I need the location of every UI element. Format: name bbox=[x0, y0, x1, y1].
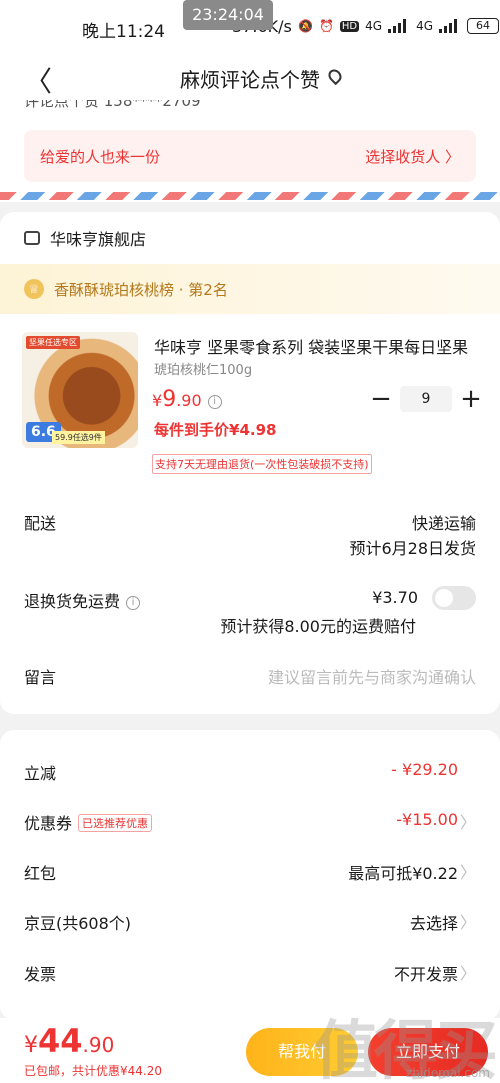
trophy-icon: ♕ bbox=[24, 279, 44, 299]
shop-header[interactable]: 华味亨旗舰店 bbox=[0, 212, 500, 264]
total-currency: ¥ bbox=[24, 1033, 38, 1058]
discount-value: - ¥29.20 bbox=[391, 760, 458, 779]
nav-bar: 〈 麻烦评论点个赞 bbox=[0, 56, 500, 100]
total-subtext: 已包邮，共计优惠¥44.20 bbox=[24, 1064, 162, 1078]
message-label: 留言 bbox=[24, 668, 57, 687]
watermark-url: zhidemai.com bbox=[405, 1066, 490, 1080]
return-shipping-note: 预计获得8.00元的运费赔付 bbox=[220, 617, 416, 636]
shop-name: 华味亨旗舰店 bbox=[50, 230, 147, 249]
rank-banner[interactable]: ♕ 香酥酥琥珀核桃榜 · 第2名 bbox=[0, 264, 500, 314]
gift-text: 给爱的人也来一份 bbox=[40, 147, 161, 166]
info-icon[interactable]: i bbox=[126, 596, 141, 610]
address-contact[interactable]: 评论点个赞 158****2709 bbox=[24, 100, 201, 111]
coupon-row[interactable]: 优惠券 已选推荐优惠 -¥15.00 〉 bbox=[24, 810, 476, 834]
chevron-right-icon: 〉 bbox=[459, 863, 476, 882]
total-price: ¥44.90 bbox=[24, 1022, 114, 1060]
return-shipping-label: 退换货免运费 i bbox=[24, 588, 141, 612]
product-image[interactable]: 坚果任选专区 6.6 59.9任选9件 bbox=[22, 332, 138, 448]
coupon-recommended-tag: 已选推荐优惠 bbox=[78, 814, 153, 832]
price-details-card: 立减 - ¥29.20 优惠券 已选推荐优惠 -¥15.00 〉 红包 最高可抵¥… bbox=[0, 730, 500, 1020]
product-spec[interactable]: 琥珀核桃仁100g bbox=[154, 359, 252, 378]
delivery-method: 快递运输 bbox=[411, 514, 476, 533]
price-dec: .90 bbox=[176, 391, 202, 410]
coupon-label: 优惠券 已选推荐优惠 bbox=[24, 810, 153, 834]
invoice-row[interactable]: 发票 不开发票 〉 bbox=[24, 961, 476, 985]
info-icon[interactable]: i bbox=[207, 395, 222, 409]
invoice-value: 不开发票 bbox=[393, 965, 458, 984]
each-price: 每件到手价¥4.98 bbox=[154, 421, 277, 439]
coupon-value: -¥15.00 bbox=[396, 810, 458, 829]
battery-icon: 64 bbox=[467, 18, 500, 34]
choose-recipient-link[interactable]: 选择收货人 〉 bbox=[365, 146, 460, 167]
discount-row: 立减 - ¥29.20 bbox=[24, 760, 476, 784]
invoice-label: 发票 bbox=[24, 965, 57, 984]
message-row[interactable]: 留言 建议留言前先与商家沟通确认 bbox=[24, 664, 476, 688]
total-int: 44 bbox=[38, 1022, 83, 1060]
rank-text: 香酥酥琥珀核桃榜 · 第2名 bbox=[54, 280, 228, 299]
jingdou-label: 京豆(共608个) bbox=[24, 914, 132, 933]
network-4g-label-2: 4G bbox=[416, 19, 434, 33]
signal-icon-2 bbox=[439, 19, 461, 33]
status-bar: 晚上11:24 37.6K/s 23:24:04 🔕 ⏰ HD 4G 4G 64 bbox=[0, 0, 500, 56]
return-policy-tag: 支持7天无理由退货(一次性包装破损不支持) bbox=[152, 454, 372, 474]
store-icon bbox=[24, 231, 40, 245]
address-section: 评论点个赞 158****2709 给爱的人也来一份 选择收货人 〉 bbox=[0, 100, 500, 192]
redpacket-value: 最高可抵¥0.22 bbox=[348, 864, 458, 883]
minus-button[interactable]: − bbox=[370, 386, 392, 412]
network-4g-label: 4G bbox=[365, 19, 383, 33]
delivery-label: 配送 bbox=[24, 514, 57, 533]
total-dec: .90 bbox=[82, 1033, 115, 1057]
thumb-tag: 坚果任选专区 bbox=[26, 336, 80, 349]
jingdou-value: 去选择 bbox=[409, 914, 458, 933]
price-int: 9 bbox=[162, 387, 177, 412]
shop-card: 华味亨旗舰店 ♕ 香酥酥琥珀核桃榜 · 第2名 坚果任选专区 6.6 59.9任… bbox=[0, 212, 500, 714]
gift-banner[interactable]: 给爱的人也来一份 选择收货人 〉 bbox=[24, 130, 476, 182]
message-input[interactable]: 建议留言前先与商家沟通确认 bbox=[268, 664, 476, 688]
alarm-icon: ⏰ bbox=[318, 19, 334, 33]
price-symbol: ¥ bbox=[152, 391, 163, 410]
hd-icon: HD bbox=[339, 20, 360, 32]
thumb-promo: 59.9任选9件 bbox=[52, 431, 105, 444]
jingdou-row[interactable]: 京豆(共608个) 去选择 〉 bbox=[24, 910, 476, 934]
delivery-row[interactable]: 配送 快递运输 预计6月28日发货 bbox=[24, 510, 476, 560]
product-price: ¥9.90 i bbox=[152, 387, 222, 412]
page-title: 麻烦评论点个赞 bbox=[180, 68, 320, 92]
status-icons: 🔕 ⏰ HD 4G 4G 64 bbox=[298, 18, 500, 34]
discount-label: 立减 bbox=[24, 764, 57, 783]
plus-button[interactable]: + bbox=[460, 386, 482, 412]
redpacket-row[interactable]: 红包 最高可抵¥0.22 〉 bbox=[24, 860, 476, 884]
quantity-stepper: − 9 + bbox=[370, 386, 482, 412]
return-shipping-row: 退换货免运费 i ¥3.70 预计获得8.00元的运费赔付 bbox=[24, 586, 476, 638]
airmail-divider bbox=[0, 192, 500, 202]
clock-overlay: 23:24:04 bbox=[183, 0, 273, 30]
chevron-right-icon: 〉 bbox=[459, 913, 476, 932]
quantity-input[interactable]: 9 bbox=[400, 386, 452, 412]
chevron-right-icon: 〉 bbox=[459, 964, 476, 983]
return-shipping-toggle[interactable] bbox=[432, 586, 476, 610]
product-item: 坚果任选专区 6.6 59.9任选9件 华味亨 坚果零食系列 袋装坚果干果每日坚… bbox=[0, 314, 500, 484]
delivery-eta: 预计6月28日发货 bbox=[349, 539, 476, 558]
signal-icon bbox=[388, 19, 410, 33]
chevron-right-icon: 〉 bbox=[459, 813, 476, 832]
mute-icon: 🔕 bbox=[298, 19, 313, 33]
status-time: 晚上11:24 bbox=[82, 22, 165, 42]
redpacket-label: 红包 bbox=[24, 864, 57, 883]
return-shipping-price: ¥3.70 bbox=[372, 588, 418, 607]
product-title[interactable]: 华味亨 坚果零食系列 袋装坚果干果每日坚果 bbox=[154, 334, 472, 358]
